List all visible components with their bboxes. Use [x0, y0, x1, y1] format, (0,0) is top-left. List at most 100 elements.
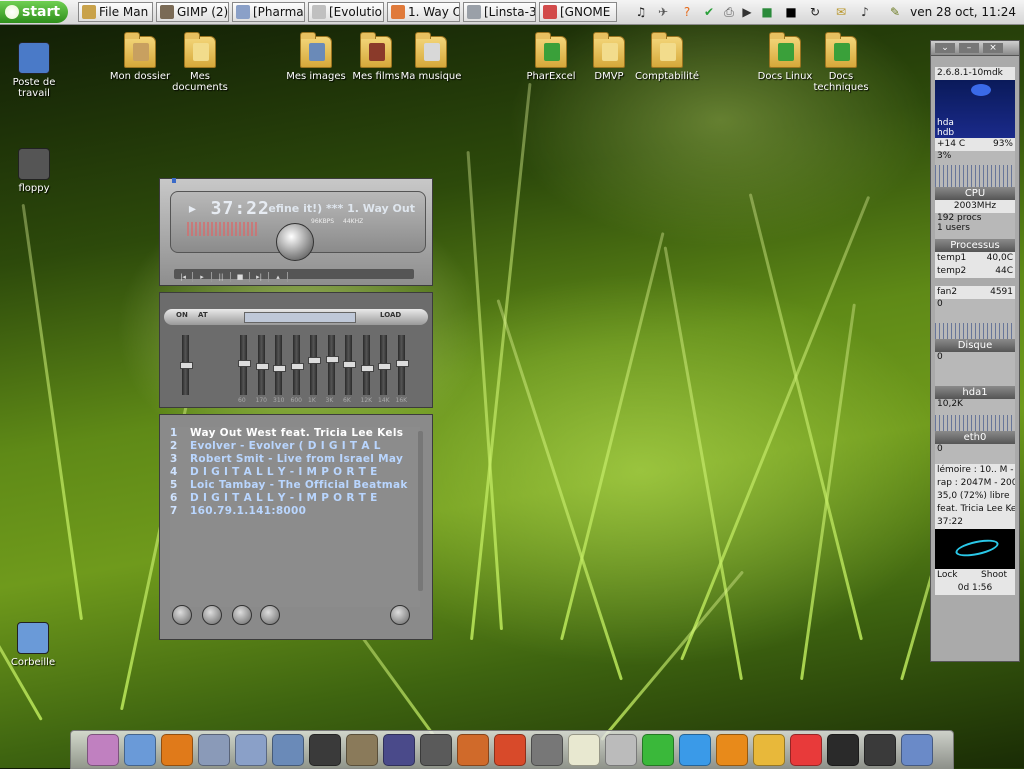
video-icon[interactable] [420, 734, 452, 766]
shoot-button[interactable]: Shoot [981, 569, 1007, 582]
internet-icon[interactable] [124, 734, 156, 766]
calculator-icon[interactable] [605, 734, 637, 766]
palette-icon[interactable] [753, 734, 785, 766]
lock-button[interactable]: Lock [937, 570, 958, 580]
letter-p-icon[interactable] [716, 734, 748, 766]
play-icon[interactable]: ▶ [738, 3, 756, 21]
notes-icon[interactable]: ✎ [886, 3, 904, 21]
eq-band-slider[interactable] [395, 335, 409, 395]
scanner-icon[interactable] [457, 734, 489, 766]
letter-h-icon[interactable] [642, 734, 674, 766]
monitor-icon[interactable] [864, 734, 896, 766]
playlist-scrollbar[interactable] [418, 431, 423, 591]
play-button[interactable]: ▸ [193, 272, 212, 282]
desktop-icon[interactable]: Ma musique [396, 32, 466, 82]
eq-band-slider[interactable] [325, 335, 339, 395]
print-icon[interactable]: ⎙ [720, 3, 738, 21]
mail-icon[interactable]: ✉ [832, 3, 850, 21]
eq-on-toggle[interactable]: ON [176, 311, 188, 319]
fan2-label: fan2 [937, 287, 958, 297]
bmp-icon[interactable] [494, 734, 526, 766]
volume-icon[interactable]: ♪ [856, 3, 874, 21]
eq-band-slider[interactable] [308, 335, 321, 395]
eq-band-slider[interactable] [360, 335, 374, 395]
desktop-icon[interactable]: Comptabilité [632, 32, 702, 82]
taskbar-button[interactable]: [GNOME [539, 2, 617, 22]
taskbar-button[interactable]: 1. Way O [387, 2, 460, 22]
map-icon[interactable] [235, 734, 267, 766]
document-icon[interactable] [568, 734, 600, 766]
eq-band-slider[interactable] [255, 335, 269, 395]
taskbar-label: File Man [99, 5, 149, 19]
network-icon[interactable]: ■ [758, 3, 776, 21]
taskbar-button[interactable]: [Evolutio [308, 2, 384, 22]
eq-band-label: 6K [343, 397, 351, 404]
desktop-icon[interactable]: Corbeille [0, 622, 68, 668]
monitor-close-button[interactable]: × [983, 43, 1003, 53]
slider-thumb [325, 356, 339, 363]
playlist-item[interactable]: 4 D I G I T A L L Y - I M P O R T E [170, 466, 420, 479]
playlist-item-title: Robert Smit - Live from Israel May [190, 453, 404, 465]
filemanager-icon[interactable] [87, 734, 119, 766]
eq-band-slider[interactable] [378, 335, 391, 395]
monitor-collapse-button[interactable]: ⌄ [935, 43, 955, 53]
security-icon[interactable] [531, 734, 563, 766]
samplerate: 44KHZ [343, 218, 364, 225]
start-button[interactable]: start [0, 1, 68, 23]
taskbar-button[interactable]: File Man [78, 2, 153, 22]
playlist-item[interactable]: 3 Robert Smit - Live from Israel May [170, 453, 420, 466]
process-title: Processus [935, 239, 1015, 252]
desktop-icon[interactable]: Docs techniques [806, 32, 876, 93]
camera-icon[interactable] [309, 734, 341, 766]
playlist-add-button[interactable] [172, 605, 192, 625]
eq-band-slider[interactable] [290, 335, 304, 395]
check-icon[interactable]: ✔ [700, 3, 718, 21]
next-button[interactable]: ▸| [250, 272, 269, 282]
playlist-remove-button[interactable] [202, 605, 222, 625]
previous-button[interactable]: |◂ [174, 272, 193, 282]
playlist-item[interactable]: 2 Evolver - Evolver ( D I G I T A L [170, 440, 420, 453]
eq-band-slider[interactable] [238, 335, 251, 395]
lifebuoy-icon[interactable] [790, 734, 822, 766]
eq-load-button[interactable]: LOAD [380, 311, 401, 319]
satellite-icon[interactable]: ✈ [654, 3, 672, 21]
play-knob-button[interactable] [276, 223, 314, 261]
preamp-slider[interactable] [180, 335, 193, 395]
gimp-icon[interactable] [346, 734, 378, 766]
refresh-icon[interactable]: ↻ [806, 3, 824, 21]
eject-button[interactable]: ▴ [269, 272, 288, 282]
eq-band-slider[interactable] [343, 335, 356, 395]
shutdown-icon[interactable] [901, 734, 933, 766]
playlist-item[interactable]: 5 Loic Tambay - The Official Beatmak [170, 479, 420, 492]
playlist-list-button[interactable] [390, 605, 410, 625]
firefox-icon[interactable] [161, 734, 193, 766]
clock[interactable]: ven 28 oct, 11:24 [910, 0, 1016, 24]
playlist-select-button[interactable] [232, 605, 252, 625]
eq-band-slider[interactable] [273, 335, 286, 395]
terminal-icon[interactable] [827, 734, 859, 766]
monitor-minimize-button[interactable]: – [959, 43, 979, 53]
playlist-item[interactable]: 1 Way Out West feat. Tricia Lee Kels [170, 427, 420, 440]
desktop-icon[interactable]: Poste de travail [0, 42, 69, 99]
photos-icon[interactable] [272, 734, 304, 766]
playlist-misc-button[interactable] [260, 605, 280, 625]
help-icon[interactable]: ? [678, 3, 696, 21]
pause-button[interactable]: || [212, 272, 231, 282]
stop-button[interactable]: ■ [231, 272, 250, 282]
eq-auto-toggle[interactable]: AT [198, 311, 208, 319]
music-icon[interactable]: ♫ [632, 3, 650, 21]
playlist-item[interactable]: 6 D I G I T A L L Y - I M P O R T E [170, 492, 420, 505]
desktop-icon[interactable]: floppy [0, 148, 69, 194]
taskbar-button[interactable]: [Pharma [232, 2, 305, 22]
taskbar-label: [Pharma [253, 5, 304, 19]
desktop-icon-label: floppy [18, 183, 50, 194]
taskbar-button[interactable]: [Linsta-3 [463, 2, 536, 22]
terminal-icon[interactable]: ■ [782, 3, 800, 21]
letter-w-icon[interactable] [679, 734, 711, 766]
computer-icon[interactable] [198, 734, 230, 766]
inkscape-icon[interactable] [383, 734, 415, 766]
desktop-icon[interactable]: Mes documents [165, 32, 235, 93]
taskbar-button[interactable]: GIMP (2) [156, 2, 229, 22]
folder-icon [769, 32, 801, 68]
playlist-item[interactable]: 7 160.79.1.141:8000 [170, 505, 420, 518]
